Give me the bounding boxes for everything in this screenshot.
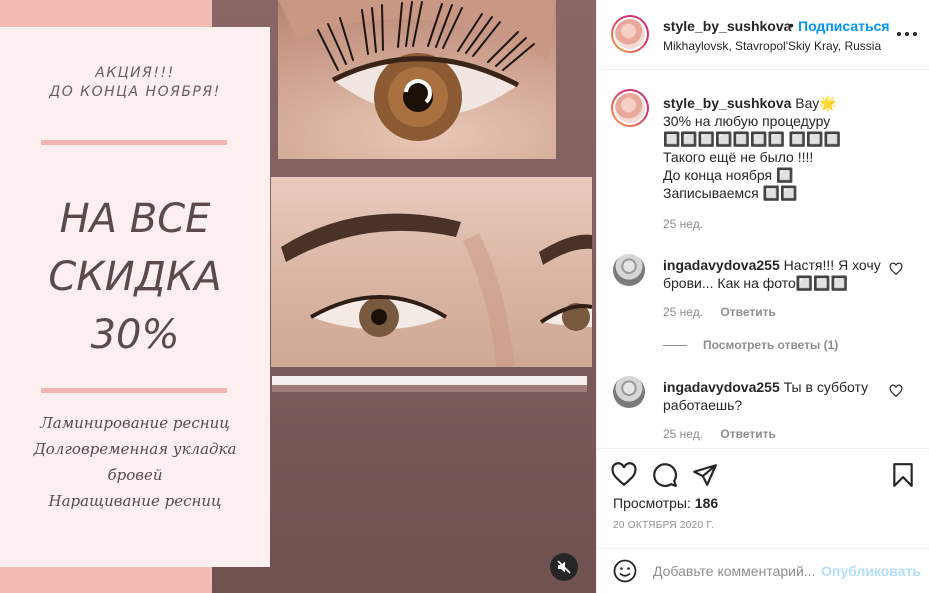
promo-discount-line2: СКИДКА bbox=[48, 254, 222, 300]
emoji-icon[interactable] bbox=[613, 559, 637, 583]
view-replies-button[interactable]: Посмотреть ответы (1) bbox=[663, 338, 838, 352]
bookmark-icon[interactable] bbox=[890, 462, 916, 488]
caption-time[interactable]: 25 нед. bbox=[663, 217, 703, 231]
reply-button[interactable]: Ответить bbox=[720, 305, 775, 319]
promo-divider-top bbox=[41, 140, 227, 145]
view-replies-label: Посмотреть ответы (1) bbox=[703, 338, 839, 352]
eye-lashes-photo bbox=[278, 0, 556, 159]
like-comment-heart-icon[interactable] bbox=[889, 384, 903, 398]
comment-avatar[interactable] bbox=[613, 254, 645, 286]
caption-line: Вау🌟 bbox=[795, 95, 837, 111]
author-username[interactable]: style_by_sushkova bbox=[663, 18, 791, 34]
mute-button[interactable] bbox=[550, 553, 578, 581]
photo-strip-shadow bbox=[272, 385, 587, 392]
add-comment-bar: Опубликовать bbox=[597, 548, 929, 593]
comment-time[interactable]: 25 нед. bbox=[663, 305, 703, 319]
caption-line: Записываемся 🔲🔲 bbox=[663, 185, 798, 201]
promo-headline-line2: ДО КОНЦА НОЯБРЯ! bbox=[49, 84, 221, 100]
comment-username[interactable]: ingadavydova255 bbox=[663, 257, 780, 273]
heart-icon[interactable] bbox=[611, 462, 637, 488]
promo-service: Наращивание ресниц bbox=[48, 492, 222, 510]
comment: ingadavydova255 Ты в субботу работаешь? bbox=[663, 378, 883, 414]
views-count[interactable]: Просмотры: 186 bbox=[613, 495, 718, 511]
author-avatar[interactable] bbox=[611, 15, 649, 53]
publish-button[interactable]: Опубликовать bbox=[821, 563, 921, 579]
more-options-icon[interactable] bbox=[897, 28, 917, 40]
promo-service: Долговременная укладка bbox=[33, 440, 237, 458]
caption-author-avatar[interactable] bbox=[611, 89, 649, 127]
post-media[interactable]: АКЦИЯ!!! ДО КОНЦА НОЯБРЯ! НА ВСЕ СКИДКА … bbox=[0, 0, 596, 593]
share-icon[interactable] bbox=[692, 462, 718, 488]
comment: ingadavydova255 Настя!!! Я хочу брови...… bbox=[663, 256, 883, 292]
promo-service: Ламинирование ресниц bbox=[40, 414, 230, 432]
post-date[interactable]: 20 ОКТЯБРЯ 2020 Г. bbox=[613, 520, 714, 531]
comments-list[interactable]: style_by_sushkova Вау🌟 30% на любую проц… bbox=[597, 71, 929, 448]
caption-line: До конца ноября 🔲 bbox=[663, 167, 794, 183]
comment-time[interactable]: 25 нед. bbox=[663, 427, 703, 441]
views-label: Просмотры: bbox=[613, 495, 691, 511]
brows-photo bbox=[271, 177, 592, 367]
views-number: 186 bbox=[694, 495, 719, 511]
promo-headline-line1: АКЦИЯ!!! bbox=[95, 65, 175, 81]
post-actions: Просмотры: 186 20 ОКТЯБРЯ 2020 Г. bbox=[597, 448, 929, 548]
location-link[interactable]: Mikhaylovsk, Stavropol'Skiy Kray, Russia bbox=[663, 39, 881, 53]
comment-input[interactable] bbox=[653, 560, 821, 582]
header-separator: • bbox=[789, 17, 794, 33]
comment-icon[interactable] bbox=[652, 462, 678, 488]
promo-discount-line1: НА ВСЕ bbox=[59, 196, 211, 242]
caption-line: Такого ещё не было !!!! bbox=[663, 149, 814, 165]
promo-headline: АКЦИЯ!!! ДО КОНЦА НОЯБРЯ! bbox=[0, 64, 270, 102]
speaker-muted-icon bbox=[557, 560, 571, 574]
like-comment-heart-icon[interactable] bbox=[889, 262, 903, 276]
comment-meta: 25 нед. Ответить bbox=[663, 305, 776, 319]
reply-button[interactable]: Ответить bbox=[720, 427, 775, 441]
promo-discount: НА ВСЕ СКИДКА 30% bbox=[0, 190, 270, 364]
promo-divider-bottom bbox=[41, 388, 227, 393]
caption-line: 30% на любую процедуру 🔲🔲🔲🔲🔲🔲🔲 🔲🔲🔲 bbox=[663, 113, 842, 147]
promo-card: АКЦИЯ!!! ДО КОНЦА НОЯБРЯ! НА ВСЕ СКИДКА … bbox=[0, 27, 270, 567]
post-side-panel: style_by_sushkova • Подписаться Mikhaylo… bbox=[596, 0, 929, 593]
replies-dash bbox=[663, 344, 687, 346]
follow-button[interactable]: Подписаться bbox=[798, 18, 890, 34]
promo-discount-line3: 30% bbox=[90, 312, 180, 358]
caption: style_by_sushkova Вау🌟 30% на любую проц… bbox=[663, 94, 903, 202]
comment-avatar[interactable] bbox=[613, 376, 645, 408]
promo-service: бровей bbox=[107, 466, 163, 484]
caption-username[interactable]: style_by_sushkova bbox=[663, 95, 791, 111]
post-header: style_by_sushkova • Подписаться Mikhaylo… bbox=[597, 0, 929, 70]
promo-services-list: Ламинирование ресниц Долговременная укла… bbox=[0, 410, 270, 514]
comment-meta: 25 нед. Ответить bbox=[663, 427, 776, 441]
comment-username[interactable]: ingadavydova255 bbox=[663, 379, 780, 395]
